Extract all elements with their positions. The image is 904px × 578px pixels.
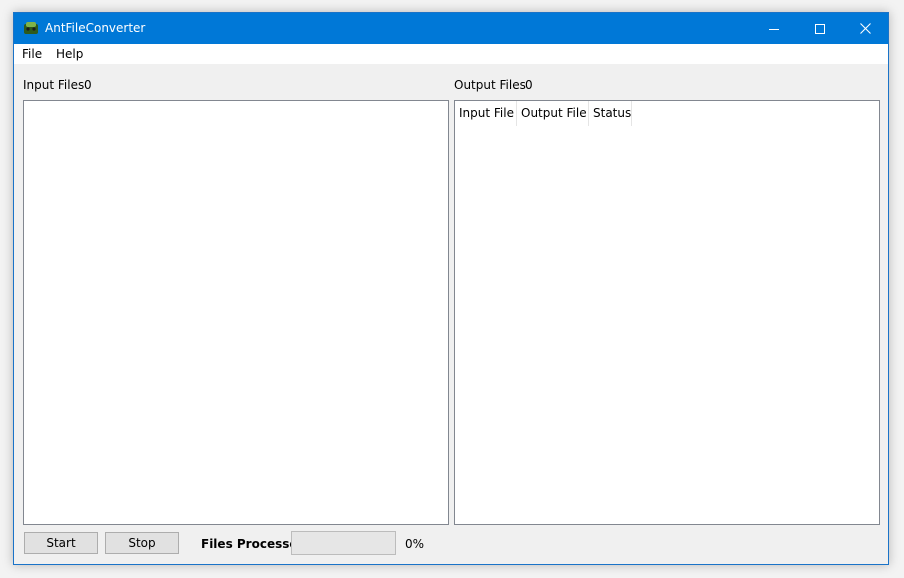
- maximize-icon: [815, 23, 825, 34]
- window-title: AntFileConverter: [45, 21, 146, 35]
- title-bar[interactable]: AntFileConverter: [14, 13, 888, 44]
- menu-help[interactable]: Help: [56, 47, 83, 61]
- progress-percent-label: 0%: [405, 537, 425, 551]
- close-button[interactable]: [842, 13, 888, 44]
- column-header-status[interactable]: Status: [589, 101, 632, 126]
- minimize-icon: [769, 28, 779, 30]
- column-header-input-file[interactable]: Input File: [455, 101, 517, 126]
- output-files-count: 0: [525, 78, 533, 92]
- input-files-list[interactable]: [23, 100, 449, 525]
- menu-file[interactable]: File: [22, 47, 42, 61]
- output-files-list[interactable]: Input File Output File Status: [454, 100, 880, 525]
- files-processed-progress-bar: [291, 531, 396, 555]
- maximize-button[interactable]: [797, 13, 843, 44]
- output-files-label: Output Files: [454, 78, 526, 92]
- menu-bar: File Help: [14, 44, 888, 64]
- minimize-button[interactable]: [751, 13, 797, 44]
- column-header-output-file[interactable]: Output File: [517, 101, 589, 126]
- input-files-count: 0: [84, 78, 92, 92]
- start-button[interactable]: Start: [24, 532, 98, 554]
- close-icon: [859, 23, 871, 34]
- app-window: AntFileConverter File Help Input Files 0…: [13, 12, 889, 565]
- ant-app-icon: [24, 22, 38, 34]
- input-files-label: Input Files: [23, 78, 85, 92]
- stop-button[interactable]: Stop: [105, 532, 179, 554]
